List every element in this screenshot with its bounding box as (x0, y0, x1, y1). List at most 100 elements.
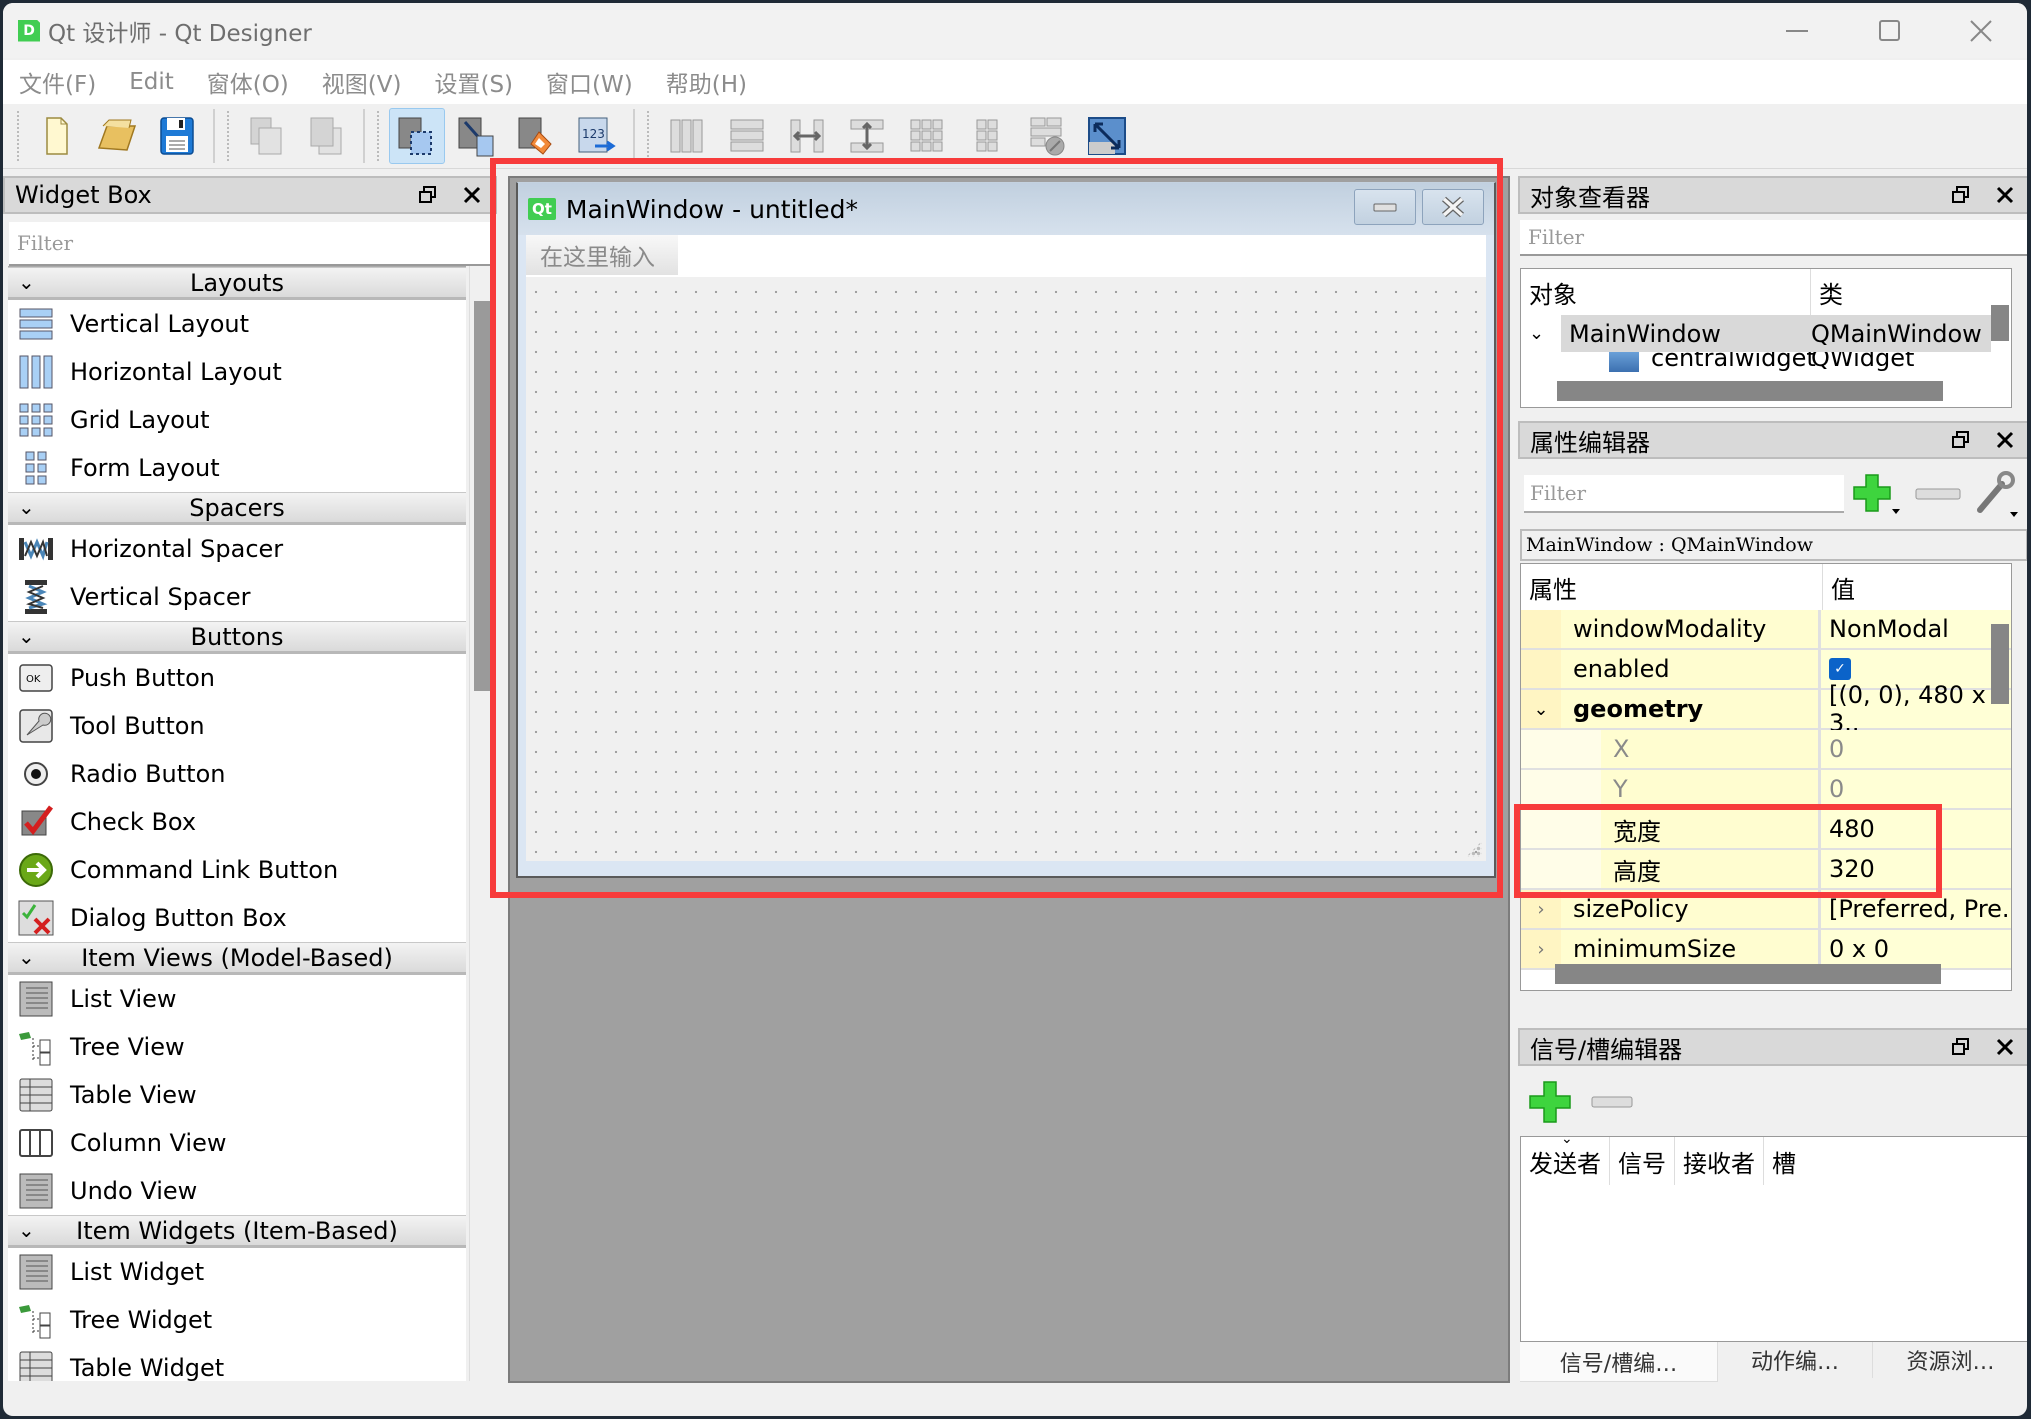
property-value[interactable]: [Preferred, Pre. (1821, 890, 2011, 928)
float-dock-button[interactable] (1948, 1034, 1974, 1060)
property-filter-input[interactable]: Filter (1524, 475, 1844, 513)
menu-help[interactable]: 帮助(H) (666, 65, 747, 99)
widget-item[interactable]: Radio Button (8, 750, 466, 798)
property-row[interactable]: 宽度 480 (1521, 810, 2011, 850)
remove-property-icon[interactable] (1914, 484, 1964, 504)
tab-signal-slot-editor[interactable]: 信号/槽编… (1520, 1342, 1718, 1382)
type-here-menu-placeholder[interactable]: 在这里输入 (526, 235, 678, 275)
widget-item[interactable]: Tree View (8, 1023, 466, 1071)
widget-item[interactable]: Table Widget (8, 1344, 466, 1381)
toolbar-grip[interactable] (647, 111, 651, 161)
edit-buddies-button[interactable] (509, 108, 565, 164)
column-header-receiver[interactable]: 接收者 (1675, 1137, 1764, 1185)
form-window[interactable]: Qt MainWindow - untitled* 在这里输入 (516, 182, 1496, 878)
horizontal-scrollbar-thumb[interactable] (1555, 964, 1941, 984)
layout-horizontal-button[interactable] (659, 108, 715, 164)
add-connection-icon[interactable] (1528, 1080, 1572, 1124)
property-value[interactable]: 480 (1821, 810, 2011, 848)
edit-tab-order-button[interactable]: 123 (569, 108, 625, 164)
configure-wrench-icon[interactable] (1972, 470, 2020, 518)
float-dock-button[interactable] (415, 182, 441, 208)
category-header[interactable]: ⌄ Spacers (8, 492, 466, 525)
widget-item[interactable]: OK Push Button (8, 654, 466, 702)
widget-item[interactable]: Horizontal Spacer (8, 525, 466, 573)
chevron-right-icon[interactable]: › (1537, 899, 1544, 920)
remove-connection-icon[interactable] (1590, 1094, 1634, 1110)
widget-item[interactable]: Horizontal Layout (8, 348, 466, 396)
property-value[interactable]: 0 (1821, 770, 2011, 808)
chevron-right-icon[interactable]: › (1537, 939, 1544, 960)
adjust-size-button[interactable] (1079, 108, 1135, 164)
column-header-class[interactable]: 类 (1811, 269, 1991, 315)
edit-signals-slots-button[interactable] (449, 108, 505, 164)
layout-v-splitter-button[interactable] (839, 108, 895, 164)
scrollbar-thumb[interactable] (474, 301, 494, 691)
property-row[interactable]: › sizePolicy [Preferred, Pre. (1521, 890, 2011, 930)
column-header-slot[interactable]: 槽 (1764, 1137, 1804, 1185)
toolbar-grip[interactable] (377, 111, 381, 161)
widget-item[interactable]: Dialog Button Box (8, 894, 466, 942)
widget-item[interactable]: Table View (8, 1071, 466, 1119)
category-header[interactable]: ⌄ Buttons (8, 621, 466, 654)
widget-item[interactable]: List Widget (8, 1248, 466, 1296)
close-dock-button[interactable] (1992, 427, 2018, 453)
menu-window[interactable]: 窗口(W) (546, 65, 633, 99)
property-row[interactable]: ⌄ geometry [(0, 0), 480 x 3.. (1521, 681, 2011, 737)
widget-item[interactable]: Grid Layout (8, 396, 466, 444)
widget-item[interactable]: List View (8, 975, 466, 1023)
close-dock-button[interactable] (459, 182, 485, 208)
widget-item[interactable]: Tree Widget (8, 1296, 466, 1344)
property-row[interactable]: Y0 (1521, 770, 2011, 810)
tree-row-mainwindow[interactable]: ⌄ MainWindow QMainWindow (1529, 315, 1991, 352)
break-layout-button[interactable] (1019, 108, 1075, 164)
widget-box-scrollbar[interactable] (469, 266, 497, 1381)
property-row[interactable]: windowModality NonModal (1521, 610, 2011, 650)
form-close-button[interactable] (1422, 189, 1484, 225)
form-grid-canvas[interactable] (526, 277, 1486, 861)
column-header-object[interactable]: 对象 (1521, 269, 1811, 315)
close-dock-button[interactable] (1992, 182, 2018, 208)
menu-form[interactable]: 窗体(O) (207, 65, 289, 99)
toolbar-grip[interactable] (17, 111, 21, 161)
property-value[interactable]: 0 (1821, 730, 2011, 768)
new-file-button[interactable] (29, 108, 85, 164)
widget-item[interactable]: Vertical Layout (8, 300, 466, 348)
widget-item[interactable]: Vertical Spacer (8, 573, 466, 621)
widget-item[interactable]: Undo View (8, 1167, 466, 1215)
column-header-value[interactable]: 值 (1823, 564, 1855, 610)
add-property-icon[interactable] (1850, 471, 1904, 517)
object-inspector-filter-input[interactable]: Filter (1520, 220, 2027, 256)
widget-item[interactable]: Form Layout (8, 444, 466, 492)
widget-item[interactable]: Command Link Button (8, 846, 466, 894)
open-button[interactable] (89, 108, 145, 164)
property-row[interactable]: 高度 320 (1521, 850, 2011, 890)
form-minimize-button[interactable] (1354, 189, 1416, 225)
close-dock-button[interactable] (1992, 1034, 2018, 1060)
property-row[interactable]: X0 (1521, 730, 2011, 770)
tree-row-centralwidget[interactable]: centralwidget QWidget (1521, 352, 2011, 372)
chevron-down-icon[interactable]: ⌄ (1533, 699, 1548, 720)
layout-vertical-button[interactable] (719, 108, 775, 164)
layout-h-splitter-button[interactable] (779, 108, 835, 164)
column-header-signal[interactable]: 信号 (1610, 1137, 1675, 1185)
widget-item[interactable]: Check Box (8, 798, 466, 846)
menu-settings[interactable]: 设置(S) (434, 65, 513, 99)
category-header[interactable]: ⌄ Item Widgets (Item-Based) (8, 1215, 466, 1248)
form-title-bar[interactable]: Qt MainWindow - untitled* (518, 183, 1494, 235)
property-value[interactable]: [(0, 0), 480 x 3.. (1821, 681, 2011, 737)
bring-to-front-button[interactable] (299, 108, 355, 164)
tab-action-editor[interactable]: 动作编… (1718, 1342, 1873, 1378)
category-header[interactable]: ⌄ Layouts (8, 267, 466, 300)
property-value[interactable]: 0 x 0 (1821, 930, 2011, 968)
resize-grip[interactable] (1466, 841, 1482, 857)
widget-item[interactable]: Tool Button (8, 702, 466, 750)
widget-item[interactable]: Column View (8, 1119, 466, 1167)
vertical-scrollbar-thumb[interactable] (1991, 305, 2009, 341)
category-header[interactable]: ⌄ Item Views (Model-Based) (8, 942, 466, 975)
save-button[interactable] (149, 108, 205, 164)
property-value[interactable]: 320 (1821, 850, 2011, 888)
column-header-sender[interactable]: ⌄ 发送者 (1521, 1131, 1610, 1185)
layout-form-button[interactable] (959, 108, 1015, 164)
float-dock-button[interactable] (1948, 182, 1974, 208)
horizontal-scrollbar-thumb[interactable] (1557, 381, 1943, 401)
